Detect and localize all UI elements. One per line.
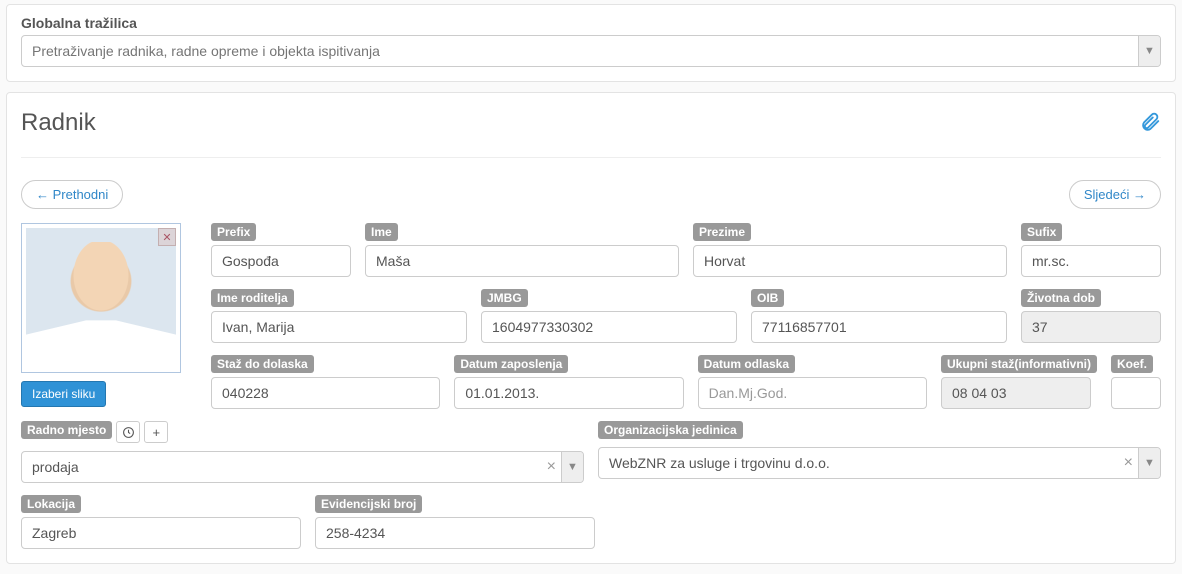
prezime-input[interactable] <box>693 245 1007 277</box>
jmbg-label: JMBG <box>481 289 528 307</box>
oib-label: OIB <box>751 289 784 307</box>
odl-label: Datum odlaska <box>698 355 795 373</box>
chevron-down-icon[interactable]: ▼ <box>1138 448 1160 478</box>
choose-image-button[interactable]: Izaberi sliku <box>21 381 106 407</box>
lokacija-label: Lokacija <box>21 495 81 513</box>
page-title: Radnik <box>21 109 96 137</box>
lokacija-input[interactable] <box>21 517 301 549</box>
evid-input[interactable] <box>315 517 595 549</box>
clear-icon[interactable]: × <box>547 451 556 483</box>
org-input[interactable] <box>598 447 1161 479</box>
dob-label: Životna dob <box>1021 289 1101 307</box>
history-icon[interactable] <box>116 421 140 443</box>
plus-icon[interactable]: + <box>144 421 168 443</box>
radno-mjesto-combo[interactable]: × ▼ <box>21 451 584 483</box>
staz-input[interactable] <box>211 377 440 409</box>
prezime-label: Prezime <box>693 223 751 241</box>
ukstaz-label: Ukupni staž(informativni) <box>941 355 1097 373</box>
zap-label: Datum zaposlenja <box>454 355 568 373</box>
chevron-down-icon[interactable]: ▼ <box>1138 36 1160 66</box>
sufix-input[interactable] <box>1021 245 1161 277</box>
close-icon[interactable]: ✕ <box>158 228 176 246</box>
chevron-down-icon[interactable]: ▼ <box>561 452 583 482</box>
global-search-combo[interactable]: ▼ <box>21 35 1161 67</box>
jmbg-input[interactable] <box>481 311 737 343</box>
worker-panel: Radnik ← Prethodni Sljedeći → ✕ Izaberi … <box>6 92 1176 564</box>
prefix-label: Prefix <box>211 223 256 241</box>
global-search-panel: Globalna tražilica ▼ <box>6 4 1176 82</box>
evid-label: Evidencijski broj <box>315 495 422 513</box>
roditelj-input[interactable] <box>211 311 467 343</box>
roditelj-label: Ime roditelja <box>211 289 294 307</box>
radno-mjesto-input[interactable] <box>21 451 584 483</box>
zap-input[interactable] <box>454 377 683 409</box>
sufix-label: Sufix <box>1021 223 1062 241</box>
photo-frame: ✕ <box>21 223 181 373</box>
odl-input[interactable] <box>698 377 927 409</box>
koef-label: Koef. <box>1111 355 1153 373</box>
dob-input <box>1021 311 1161 343</box>
global-search-input[interactable] <box>21 35 1161 67</box>
photo-column: ✕ Izaberi sliku <box>21 223 199 409</box>
worker-photo <box>26 228 176 368</box>
oib-input[interactable] <box>751 311 1007 343</box>
next-button[interactable]: Sljedeći → <box>1069 180 1161 209</box>
paperclip-icon[interactable] <box>1139 111 1161 139</box>
org-combo[interactable]: × ▼ <box>598 447 1161 479</box>
ime-input[interactable] <box>365 245 679 277</box>
koef-input[interactable] <box>1111 377 1161 409</box>
prev-button[interactable]: ← Prethodni <box>21 180 123 209</box>
global-search-label: Globalna tražilica <box>21 15 1161 31</box>
staz-label: Staž do dolaska <box>211 355 314 373</box>
ukstaz-input <box>941 377 1091 409</box>
prefix-input[interactable] <box>211 245 351 277</box>
org-label: Organizacijska jedinica <box>598 421 743 439</box>
clear-icon[interactable]: × <box>1124 447 1133 479</box>
radno-mjesto-label: Radno mjesto <box>21 421 112 439</box>
ime-label: Ime <box>365 223 398 241</box>
